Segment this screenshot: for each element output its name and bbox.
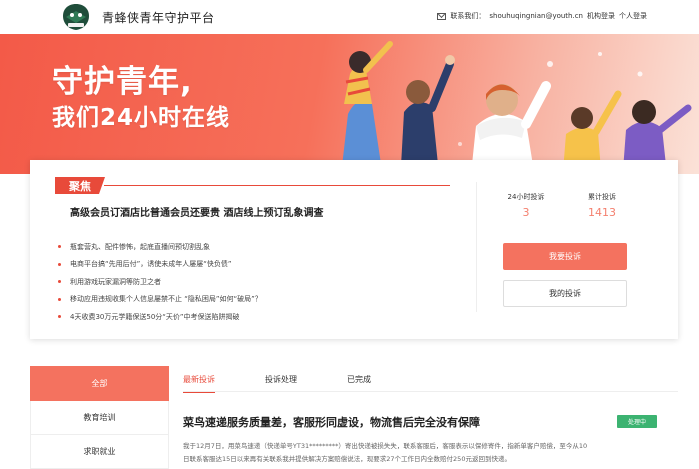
focus-tag-underline — [104, 185, 450, 186]
complaint-body: 我于12月7日，用菜鸟速递（快递单号YT31*********）寄出快递被损失失… — [183, 440, 683, 466]
contact-label: 联系我们： — [450, 12, 486, 20]
org-login-link[interactable]: 机构登录 — [587, 11, 615, 21]
news-item[interactable]: 利用游戏玩家漏洞等防卫之者 — [58, 273, 262, 291]
mail-icon — [437, 12, 447, 20]
stat-label: 累计投诉 — [588, 193, 616, 201]
news-item-text[interactable]: 移动应用违规收集个人信息屡禁不止 “隐私困局”如何“破局”？ — [70, 294, 262, 304]
bullet-dot-icon — [58, 262, 61, 266]
focus-tag: 聚焦 — [55, 177, 105, 194]
news-item[interactable]: 4天收费30万元学籍保送50分“天价”中考保送陷阱揭破 — [58, 308, 262, 326]
news-item[interactable]: 瓶套营丸、配件惨怖，起底直播间预切割乱象 — [58, 238, 262, 256]
stat-value: 3 — [522, 206, 530, 219]
news-item[interactable]: 移动应用违规收集个人信息屡禁不止 “隐私困局”如何“破局”？ — [58, 291, 262, 309]
news-item-text[interactable]: 4天收费30万元学籍保送50分“天价”中考保送陷阱揭破 — [70, 312, 240, 322]
site-name[interactable]: 青蜂侠青年守护平台 — [102, 9, 215, 26]
news-list: 瓶套营丸、配件惨怖，起底直播间预切割乱象 电商平台搞“先用后付”，诱使未成年人屡… — [58, 238, 262, 326]
complaint-title[interactable]: 菜鸟速递服务质量差，客服形同虚设，物流售后完全没有保障 — [183, 414, 480, 430]
bullet-dot-icon — [58, 245, 61, 249]
header-right: 联系我们： shouhuqingnian@youth.cn 机构登录 个人登录 — [437, 11, 647, 21]
bullet-dot-icon — [58, 315, 61, 319]
status-badge: 处理中 — [617, 415, 657, 428]
hero-banner: 守护青年, 我们24小时在线 — [0, 34, 699, 174]
news-item-text[interactable]: 瓶套营丸、配件惨怖，起底直播间预切割乱象 — [70, 242, 210, 252]
tab-divider — [183, 391, 678, 392]
personal-login-link[interactable]: 个人登录 — [619, 11, 647, 21]
category-nav: 全部 教育培训 求职就业 — [30, 366, 169, 469]
news-item[interactable]: 电商平台搞“先用后付”，诱使未成年人屡屡“快负债” — [58, 256, 262, 274]
complaint-body-line: 我于12月7日，用菜鸟速递（快递单号YT31*********）寄出快递被损失失… — [183, 442, 588, 450]
complaint-body-line: 日联系客服达15日以来再有关联系我并提供解决方案赔偿说法，现要求27个工作日内全… — [183, 455, 511, 463]
banner-title-line1: 守护青年, — [52, 64, 193, 100]
my-complaints-button[interactable]: 我的投诉 — [503, 280, 627, 307]
news-item-text[interactable]: 利用游戏玩家漏洞等防卫之者 — [70, 277, 161, 287]
category-item-education[interactable]: 教育培训 — [30, 401, 169, 435]
stat-value: 1413 — [588, 206, 616, 219]
stat-total-complaints: 累计投诉 1413 — [572, 192, 632, 219]
bullet-dot-icon — [58, 280, 61, 284]
youth-group-illustration — [341, 41, 692, 174]
submit-complaint-button[interactable]: 我要投诉 — [503, 243, 627, 270]
focus-headline[interactable]: 高级会员订酒店比普通会员还要贵 酒店线上预订乱象调查 — [70, 204, 323, 219]
stat-label: 24小时投诉 — [507, 193, 545, 201]
news-item-text[interactable]: 电商平台搞“先用后付”，诱使未成年人屡屡“快负债” — [70, 259, 232, 269]
category-item-employment[interactable]: 求职就业 — [30, 435, 169, 469]
contact-email-link[interactable]: shouhuqingnian@youth.cn — [489, 12, 583, 20]
category-item-all[interactable]: 全部 — [30, 366, 169, 401]
stat-24h-complaints: 24小时投诉 3 — [496, 192, 556, 219]
card-divider — [476, 182, 477, 312]
banner-title-line2: 我们24小时在线 — [52, 105, 231, 131]
top-header: 青蜂侠青年守护平台 联系我们： shouhuqingnian@youth.cn … — [0, 0, 699, 34]
bullet-dot-icon — [58, 297, 61, 301]
qingfengxia-logo-icon[interactable] — [60, 3, 92, 31]
